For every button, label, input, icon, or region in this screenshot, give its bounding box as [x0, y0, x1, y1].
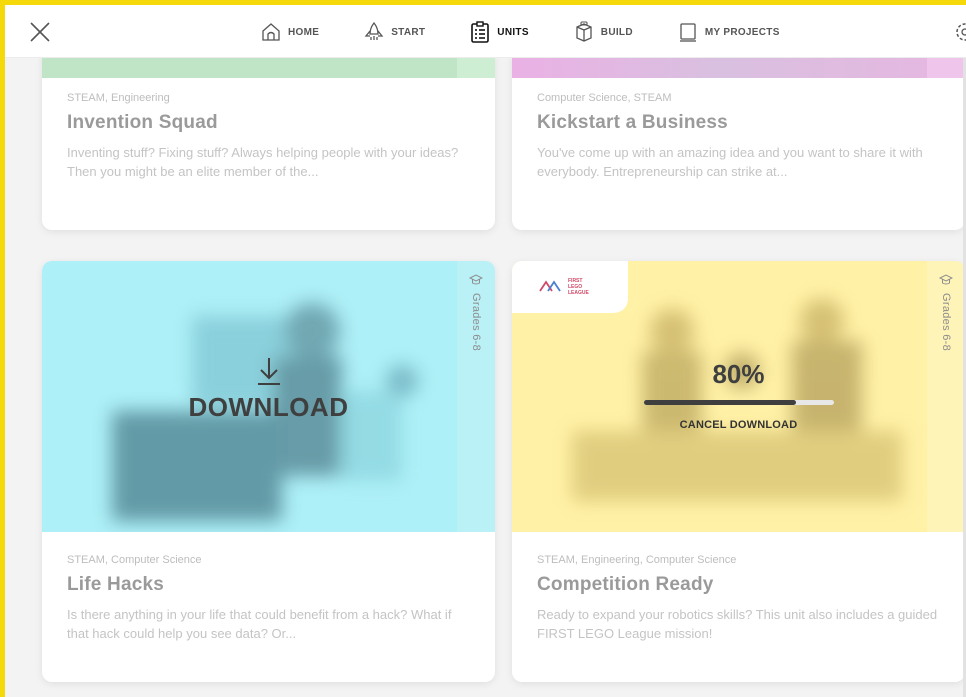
card-description: Is there anything in your life that coul…	[67, 607, 452, 641]
nav-build[interactable]: BUILD	[573, 21, 633, 43]
card-image: FIRST LEGO LEAGUE Grades 6-8 80% CANCEL …	[512, 261, 965, 532]
graduation-cap-icon	[939, 274, 953, 285]
unit-card-life-hacks[interactable]: Grades 6-8 DOWNLOAD STEAM, Computer Scie…	[42, 261, 495, 682]
nav-home[interactable]: HOME	[260, 21, 319, 43]
unit-card-competition-ready[interactable]: FIRST LEGO LEAGUE Grades 6-8 80% CANCEL …	[512, 261, 965, 682]
progress-percent: 80%	[712, 359, 765, 389]
nav-my-projects-label: MY PROJECTS	[704, 26, 780, 38]
home-icon	[262, 23, 280, 41]
nav-units[interactable]: UNITS	[469, 21, 529, 43]
gear-icon	[956, 23, 966, 41]
folder-icon	[679, 23, 696, 42]
first-lego-league-logo-icon	[539, 280, 561, 292]
badge-text: FIRST LEGO LEAGUE	[568, 278, 589, 296]
nav-start[interactable]: START	[363, 21, 425, 43]
download-arrow-icon	[257, 358, 280, 385]
card-tags: Computer Science, STEAM	[537, 92, 672, 104]
nav-build-label: BUILD	[600, 26, 633, 38]
progress-fill	[643, 400, 796, 405]
card-description: Inventing stuff? Fixing stuff? Always he…	[67, 145, 459, 179]
card-image	[42, 58, 495, 78]
close-icon	[30, 22, 50, 42]
download-label: DOWNLOAD	[188, 392, 349, 422]
close-button[interactable]	[27, 19, 53, 45]
nav-home-label: HOME	[288, 26, 320, 38]
card-tags: STEAM, Engineering, Computer Science	[537, 554, 737, 566]
nav-my-projects[interactable]: MY PROJECTS	[677, 21, 780, 43]
top-navigation-bar: HOME START UNITS BUILD MY PROJECTS	[5, 5, 966, 58]
settings-button[interactable]	[952, 19, 966, 45]
download-progress: 80% CANCEL DOWNLOAD	[512, 359, 965, 431]
card-tags: STEAM, Computer Science	[67, 554, 202, 566]
card-title: Invention Squad	[67, 112, 218, 133]
cancel-download-button[interactable]: CANCEL DOWNLOAD	[680, 419, 798, 431]
unit-card-kickstart-a-business[interactable]: Computer Science, STEAM Kickstart a Busi…	[512, 58, 965, 230]
card-tags: STEAM, Engineering	[67, 92, 170, 104]
card-image	[512, 58, 965, 78]
card-image: Grades 6-8 DOWNLOAD	[42, 261, 495, 532]
graduation-cap-icon	[469, 274, 483, 285]
card-title: Competition Ready	[537, 574, 714, 595]
grade-level: Grades 6-8	[470, 293, 482, 352]
grade-level: Grades 6-8	[940, 293, 952, 352]
units-grid: STEAM, Engineering Invention Squad Inven…	[5, 58, 966, 697]
card-title: Kickstart a Business	[537, 112, 728, 133]
cube-icon	[576, 21, 592, 42]
download-button[interactable]: DOWNLOAD	[42, 356, 495, 423]
card-title: Life Hacks	[67, 574, 165, 595]
card-description: You've come up with an amazing idea and …	[537, 145, 923, 179]
clipboard-list-icon	[471, 21, 490, 43]
nav-start-label: START	[391, 26, 426, 38]
unit-card-invention-squad[interactable]: STEAM, Engineering Invention Squad Inven…	[42, 58, 495, 230]
nav-units-label: UNITS	[497, 26, 529, 38]
main-nav: HOME START UNITS BUILD MY PROJECTS	[260, 18, 824, 46]
card-description: Ready to expand your robotics skills? Th…	[537, 607, 938, 641]
progress-bar	[643, 400, 834, 405]
first-lego-league-badge: FIRST LEGO LEAGUE	[512, 261, 628, 313]
rocket-icon	[364, 21, 384, 40]
